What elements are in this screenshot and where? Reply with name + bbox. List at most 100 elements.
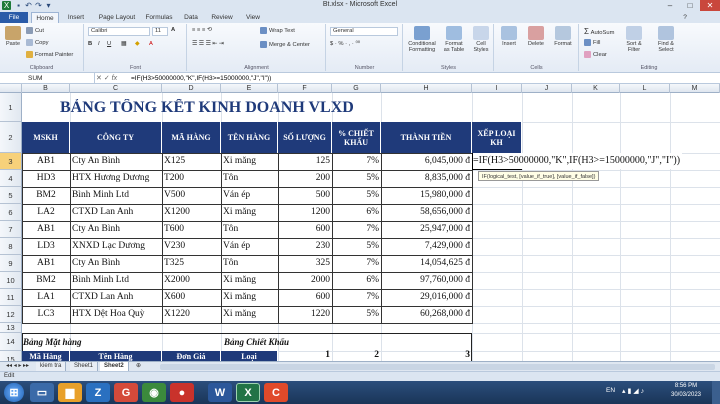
format-as-table-button[interactable]: Format as Table <box>442 26 466 53</box>
fx-icon[interactable]: fx <box>112 75 117 82</box>
select-all-corner[interactable] <box>0 84 22 93</box>
row-header[interactable]: 7 <box>0 221 22 238</box>
clear-button[interactable]: Clear <box>584 51 607 58</box>
formula-input[interactable]: =IF(H3>50000000,"K",IF(H3>=15000000,"J",… <box>131 73 271 84</box>
align-left-icon[interactable]: ☰ ☰ ☰ ⇤ ⇥ <box>192 41 224 47</box>
row15-g[interactable]: 2 <box>332 347 379 361</box>
close-icon[interactable]: ✕ <box>700 0 720 11</box>
folder-icon[interactable]: ▆ <box>58 383 82 402</box>
word-icon[interactable]: W <box>208 383 232 402</box>
row-header[interactable]: 8 <box>0 238 22 255</box>
header-mskh[interactable]: MSKH <box>22 122 70 153</box>
header-so-luong[interactable]: SỐ LƯỢNG <box>278 122 332 153</box>
number-format-select[interactable]: General <box>330 27 398 36</box>
start-icon[interactable]: ⊞ <box>4 383 24 402</box>
row15-e[interactable]: Loại <box>221 351 278 361</box>
column-header-j[interactable]: J <box>522 84 572 93</box>
row-header[interactable]: 11 <box>0 289 22 306</box>
merge-center-button[interactable]: Merge & Center <box>260 41 310 48</box>
tray-icons[interactable]: ▴ ▮ ◢ ♪ <box>622 387 644 395</box>
tab-page-layout[interactable]: Page Layout <box>96 12 138 23</box>
language-indicator[interactable]: EN <box>606 387 615 394</box>
font-color-icon[interactable]: A <box>149 41 153 47</box>
column-header-e[interactable]: E <box>221 84 278 93</box>
name-box[interactable]: SUM <box>0 73 95 84</box>
grow-font-icon[interactable]: A <box>171 27 175 33</box>
row-header[interactable]: 4 <box>0 170 22 187</box>
sheet-nav-icon[interactable]: ◂◂ ◂ ▸ ▸▸ <box>2 362 33 371</box>
fill-button[interactable]: Fill <box>584 39 600 46</box>
find-select-button[interactable]: Find & Select <box>652 26 680 53</box>
column-header-f[interactable]: F <box>278 84 332 93</box>
excel-taskbar-icon[interactable]: X <box>236 383 260 402</box>
row15-f[interactable]: 1 <box>278 347 330 361</box>
sheet-tab-active[interactable]: Sheet2 <box>100 362 129 371</box>
bold-icon[interactable]: B <box>88 41 92 47</box>
row-header[interactable]: 5 <box>0 187 22 204</box>
column-header-i[interactable]: I <box>472 84 522 93</box>
sheet-tab[interactable]: kiem tra <box>36 362 67 371</box>
format-painter-button[interactable]: Format Painter <box>26 51 73 58</box>
cancel-icon[interactable]: ✕ <box>96 75 102 82</box>
cut-button[interactable]: Cut <box>26 27 44 34</box>
column-header-m[interactable]: M <box>670 84 720 93</box>
row-header[interactable]: 14 <box>0 333 22 351</box>
row15-d[interactable]: Đơn Giá <box>162 351 221 361</box>
row-header[interactable]: 9 <box>0 255 22 272</box>
font-name-select[interactable]: Calibri <box>88 27 150 36</box>
column-header-c[interactable]: C <box>70 84 162 93</box>
row-header[interactable]: 15 <box>0 351 22 361</box>
header-cong-ty[interactable]: CÔNG TY <box>70 122 162 153</box>
column-header-l[interactable]: L <box>620 84 670 93</box>
underline-icon[interactable]: U <box>107 41 111 47</box>
help-icon[interactable]: ? <box>680 12 690 23</box>
borders-icon[interactable]: ▦ <box>121 41 126 47</box>
tab-formulas[interactable]: Formulas <box>142 12 176 23</box>
row15-h[interactable]: 3 <box>381 347 470 361</box>
column-header-k[interactable]: K <box>572 84 620 93</box>
currency-icon[interactable]: $ · % · , · ⁰⁰ <box>330 41 360 47</box>
copy-button[interactable]: Copy <box>26 39 49 46</box>
header-ma-hang[interactable]: MÃ HÀNG <box>162 122 221 153</box>
row15-b[interactable]: Mã Hàng <box>22 351 70 361</box>
sort-filter-button[interactable]: Sort & Filter <box>620 26 648 53</box>
row-header[interactable]: 2 <box>0 122 22 153</box>
tab-file[interactable]: File <box>0 12 28 23</box>
row-header[interactable]: 3 <box>0 153 22 170</box>
wrap-text-button[interactable]: Wrap Text <box>260 27 295 34</box>
foxit-icon[interactable]: G <box>114 383 138 402</box>
align-top-icon[interactable]: ≡ ≡ ≡ ⟲ <box>192 27 212 33</box>
tab-data[interactable]: Data <box>180 12 202 23</box>
maximize-icon[interactable]: □ <box>680 0 700 11</box>
worksheet-grid[interactable]: 1 2 3 4 5 6 7 8 9 10 11 12 13 14 15 BẢNG… <box>0 93 720 361</box>
delete-cells-button[interactable]: Delete <box>524 26 548 47</box>
font-size-select[interactable]: 11 <box>152 27 168 36</box>
chrome-icon[interactable]: ◉ <box>142 383 166 402</box>
tab-review[interactable]: Review <box>207 12 237 23</box>
cell-editor[interactable]: =IF(H3>50000000,"K",IF(H3>=15000000,"J",… <box>473 153 683 169</box>
insert-cells-button[interactable]: Insert <box>497 26 521 47</box>
header-ten-hang[interactable]: TÊN HÀNG <box>221 122 278 153</box>
conditional-formatting-button[interactable]: Conditional Formatting <box>406 26 438 53</box>
explorer-icon[interactable]: ▭ <box>30 383 54 402</box>
column-header-b[interactable]: B <box>22 84 70 93</box>
cell-styles-button[interactable]: Cell Styles <box>470 26 492 53</box>
autosum-button[interactable]: Σ AutoSum <box>584 27 614 36</box>
column-header-d[interactable]: D <box>162 84 221 93</box>
column-header-h[interactable]: H <box>381 84 472 93</box>
sheet-tab[interactable]: Sheet1 <box>70 362 99 371</box>
tab-insert[interactable]: Insert <box>62 12 90 23</box>
header-xep-loai[interactable]: XẾP LOẠI KH <box>472 122 522 153</box>
show-desktop-button[interactable] <box>712 381 720 404</box>
column-header-g[interactable]: G <box>332 84 381 93</box>
row-header[interactable]: 10 <box>0 272 22 289</box>
zalo-icon[interactable]: Z <box>86 383 110 402</box>
horizontal-scrollbar[interactable] <box>160 364 715 370</box>
tab-home[interactable]: Home <box>31 12 59 23</box>
italic-icon[interactable]: I <box>98 41 100 47</box>
tab-view[interactable]: View <box>241 12 265 23</box>
header-chiet-khau[interactable]: % CHIẾT KHẤU <box>332 122 381 153</box>
row-header[interactable]: 1 <box>0 93 22 122</box>
camtasia-icon[interactable]: C <box>264 383 288 402</box>
paste-button[interactable]: Paste <box>2 26 24 47</box>
